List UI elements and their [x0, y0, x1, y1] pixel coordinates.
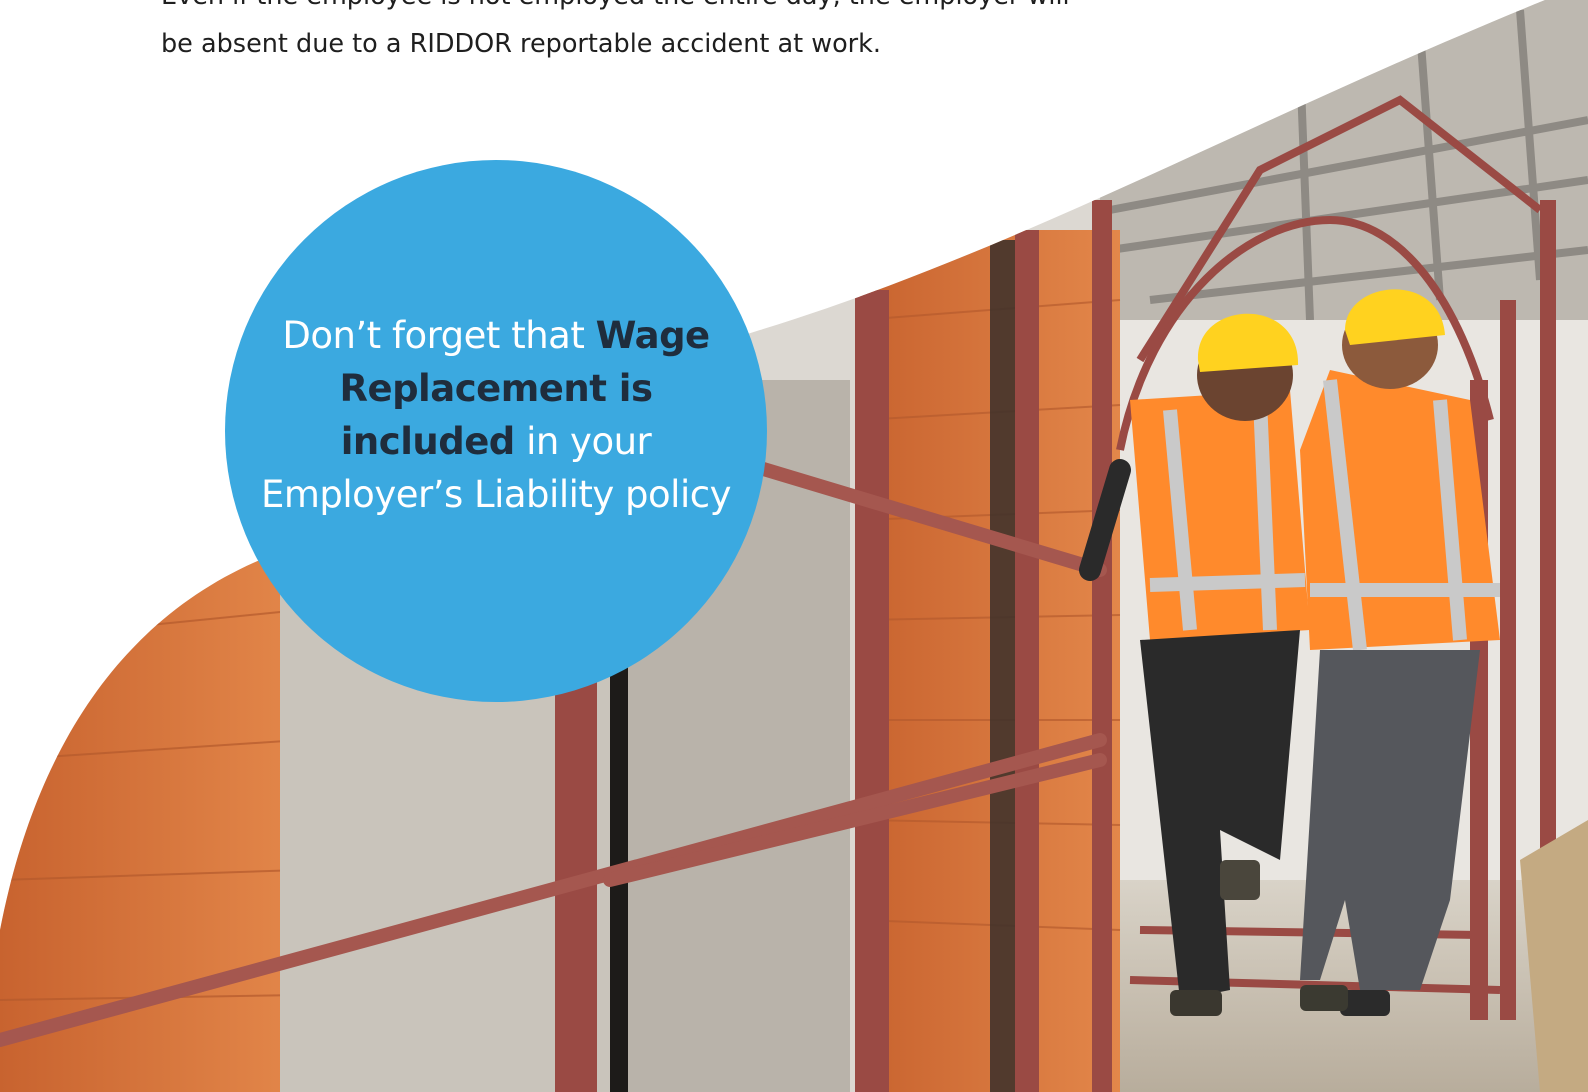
callout-text-part1: Don’t forget that: [282, 314, 585, 357]
callout-message: Don’t forget that Wage Replacement is in…: [258, 309, 734, 521]
construction-workers-photo: [0, 0, 1588, 1092]
